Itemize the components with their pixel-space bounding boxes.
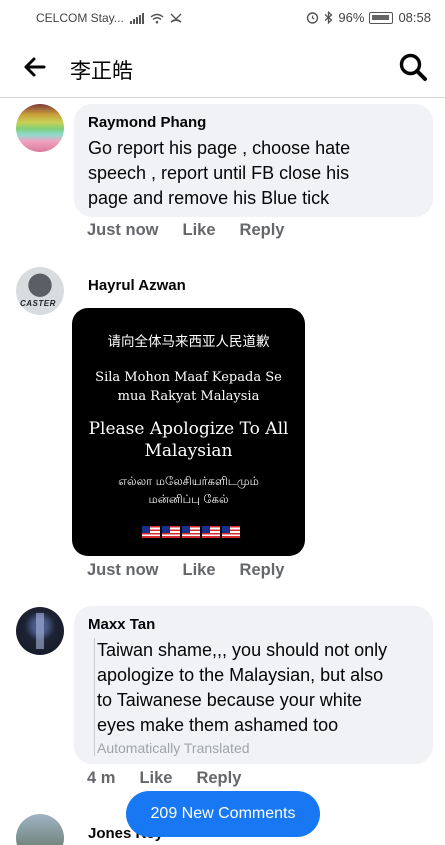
like-button[interactable]: Like <box>183 561 216 580</box>
malaysia-flag-icon <box>222 526 240 538</box>
clock: 08:58 <box>398 10 431 25</box>
image-line: Please Apologize To All <box>88 419 289 439</box>
back-arrow-icon <box>24 57 46 77</box>
comment-actions: Just now Like Reply <box>87 561 284 580</box>
comment-author[interactable]: Hayrul Azwan <box>88 277 186 294</box>
avatar-hayrul[interactable]: CASTER <box>16 267 64 315</box>
comment-line: to Taiwanese because your white <box>97 690 362 710</box>
alarm-icon <box>307 12 319 24</box>
bluetooth-icon <box>325 11 333 24</box>
comment-line: apologize to the Malaysian, but also <box>97 665 384 685</box>
malaysia-flag-icon <box>162 526 180 538</box>
image-text-english: Please Apologize To All Malaysian <box>80 418 297 462</box>
wifi-icon <box>150 13 164 23</box>
carrier-label: CELCOM Stay... <box>36 11 124 25</box>
image-line: Sila Mohon Maaf Kepada Se <box>95 370 282 385</box>
image-line: Malaysian <box>144 441 233 461</box>
status-bar: CELCOM Stay... 96% 08:58 <box>0 0 445 36</box>
signal-icon <box>129 12 144 24</box>
comment-bubble: Raymond Phang Go report his page , choos… <box>74 104 433 217</box>
comment-line: Go report his page , choose hate <box>88 138 351 158</box>
comment-line: eyes make them ashamed too <box>97 715 339 735</box>
comment-time: Just now <box>87 221 159 239</box>
avatar-logo-text: CASTER <box>20 299 56 308</box>
image-line: எல்லா மலேசியர்களிடமும் <box>118 474 259 488</box>
avatar-raymond[interactable] <box>16 104 64 152</box>
malaysia-flags <box>142 526 240 538</box>
back-button[interactable] <box>20 52 50 82</box>
battery-icon <box>369 11 394 24</box>
image-text-malay: Sila Mohon Maaf Kepada Se mua Rakyat Mal… <box>86 368 291 406</box>
malaysia-flag-icon <box>182 526 200 538</box>
translated-block: Taiwan shame,,, you should not only apol… <box>94 638 387 756</box>
app-header: 李正皓 <box>0 36 445 98</box>
auto-translated-label[interactable]: Automatically Translated <box>97 740 387 756</box>
comment-author[interactable]: Raymond Phang <box>88 114 206 131</box>
comment-line: speech , report until FB close his <box>88 163 350 183</box>
comment-bubble: Maxx Tan Taiwan shame,,, you should not … <box>74 606 433 764</box>
image-text-chinese: 请向全体马来西亚人民道歉 <box>107 334 270 350</box>
comment-line: page and remove his Blue tick <box>88 188 330 208</box>
comment-author[interactable]: Maxx Tan <box>88 616 155 633</box>
status-left: CELCOM Stay... <box>36 11 182 25</box>
comment-text: Taiwan shame,,, you should not only apol… <box>97 638 387 738</box>
battery-percent: 96% <box>338 10 365 25</box>
comment-image[interactable]: 请向全体马来西亚人民道歉 Sila Mohon Maaf Kepada Se m… <box>72 308 305 556</box>
search-button[interactable] <box>397 51 429 83</box>
reply-button[interactable]: Reply <box>240 561 285 580</box>
malaysia-flag-icon <box>202 526 220 538</box>
status-right: 96% 08:58 <box>306 10 431 25</box>
new-comments-button[interactable]: 209 New Comments <box>126 791 320 837</box>
malaysia-flag-icon <box>142 526 160 538</box>
comment-line: Taiwan shame,,, you should not only <box>97 640 388 660</box>
image-text-tamil: எல்லா மலேசியர்களிடமும் மன்னிப்பு கேல் <box>82 472 295 508</box>
image-line: மன்னிப்பு கேல் <box>148 492 229 506</box>
reply-button[interactable]: Reply <box>240 221 285 240</box>
comment-time: Just now <box>87 561 159 579</box>
comment-text: Go report his page , choose hate speech … <box>88 136 350 211</box>
image-line: mua Rakyat Malaysia <box>117 389 260 404</box>
comment-actions: Just now Like Reply <box>87 221 284 240</box>
page-title: 李正皓 <box>70 60 133 83</box>
missed-call-icon <box>170 13 182 23</box>
reply-button[interactable]: Reply <box>196 769 241 788</box>
like-button[interactable]: Like <box>139 769 172 788</box>
like-button[interactable]: Like <box>183 221 216 240</box>
avatar-maxx[interactable] <box>16 607 64 655</box>
comment-time: 4 m <box>87 769 116 787</box>
search-icon <box>399 53 427 81</box>
avatar-jones[interactable] <box>16 814 64 845</box>
comment-actions: 4 m Like Reply <box>87 769 241 788</box>
